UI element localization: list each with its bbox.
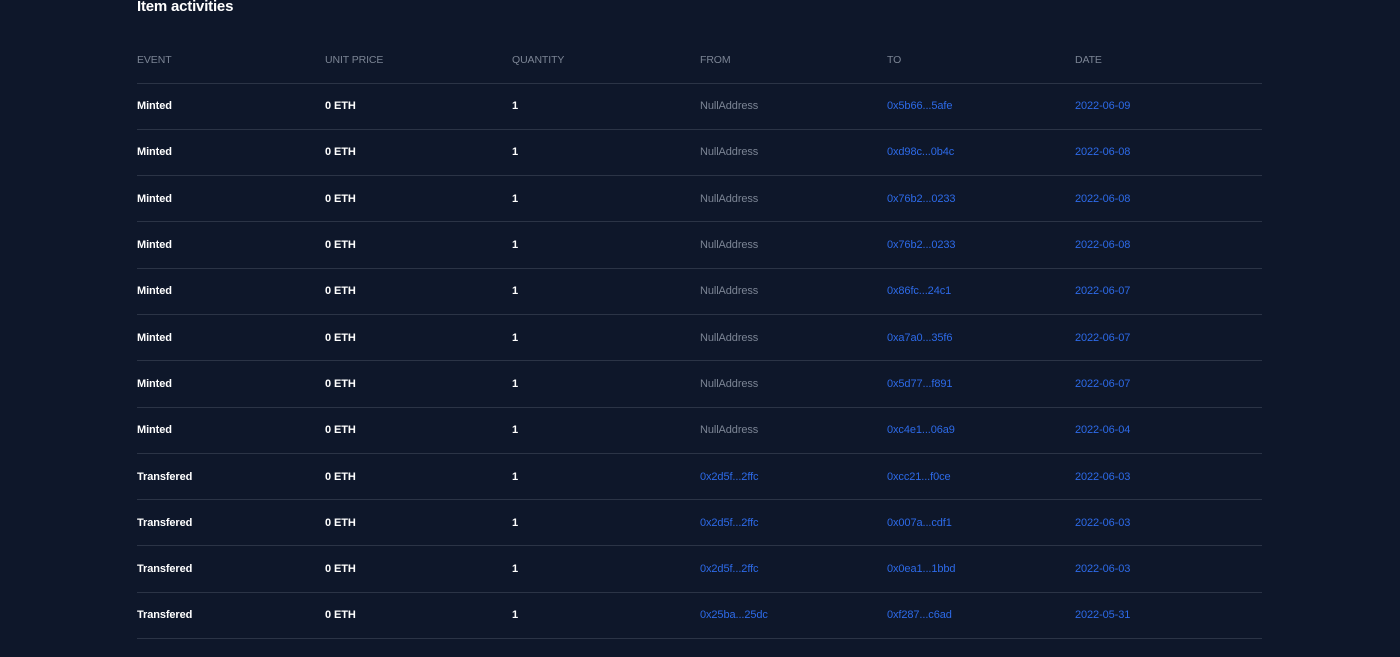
table-row: Minted 0 ETH 1 NullAddress 0xa7a0...35f6 2022… [137, 315, 1262, 362]
column-header-from: FROM [700, 53, 731, 66]
quantity-cell: 1 [512, 563, 519, 576]
quantity-cell: 1 [512, 424, 519, 437]
to-address-link[interactable]: 0x0ea1...1bbd [887, 546, 956, 591]
to-address-link[interactable]: 0xc4e1...06a9 [887, 408, 955, 453]
unit-price-cell: 0 ETH [325, 192, 356, 205]
event-cell: Transfered [137, 516, 193, 529]
event-cell: Minted [137, 285, 172, 298]
column-header-to: TO [887, 53, 902, 66]
event-cell: Transfered [137, 470, 193, 483]
date-link[interactable]: 2022-06-08 [1075, 176, 1130, 221]
to-address-link[interactable]: 0x5d77...f891 [887, 361, 952, 406]
event-cell: Minted [137, 146, 172, 159]
table-row: Transfered 0 ETH 1 0x25ba...25dc 0xf287...c6… [137, 593, 1262, 640]
column-header-quantity: QUANTITY [512, 53, 565, 66]
event-cell: Minted [137, 331, 172, 344]
table-row: Minted 0 ETH 1 NullAddress 0xc4e1...06a9 2022… [137, 408, 1262, 454]
quantity-cell: 1 [512, 331, 519, 344]
activities-table: EVENT UNIT PRICE QUANTITY FROM TO DATE M… [137, 37, 1262, 640]
to-address-link[interactable]: 0xcc21...f0ce [887, 454, 951, 499]
from-address-link[interactable]: 0x25ba...25dc [700, 593, 768, 638]
to-address-link[interactable]: 0x86fc...24c1 [887, 269, 951, 314]
column-header-event: EVENT [137, 53, 172, 66]
to-address-link[interactable]: 0x5b66...5afe [887, 84, 952, 129]
to-address-link[interactable]: 0xf287...c6ad [887, 593, 952, 638]
to-address-link[interactable]: 0x76b2...0233 [887, 222, 956, 267]
quantity-cell: 1 [512, 609, 519, 622]
event-cell: Transfered [137, 609, 193, 622]
to-address-link[interactable]: 0x007a...cdf1 [887, 500, 952, 545]
date-link[interactable]: 2022-06-04 [1075, 408, 1130, 453]
from-address: NullAddress [700, 285, 759, 298]
event-cell: Minted [137, 100, 172, 113]
unit-price-cell: 0 ETH [325, 563, 356, 576]
quantity-cell: 1 [512, 100, 519, 113]
unit-price-cell: 0 ETH [325, 285, 356, 298]
from-address-link[interactable]: 0x2d5f...2ffc [700, 500, 759, 545]
date-link[interactable]: 2022-05-31 [1075, 593, 1130, 638]
from-address: NullAddress [700, 239, 759, 252]
table-row: Minted 0 ETH 1 NullAddress 0x86fc...24c1 2022… [137, 269, 1262, 315]
event-cell: Minted [137, 424, 172, 437]
column-header-unit-price: UNIT PRICE [325, 53, 384, 66]
from-address: NullAddress [700, 377, 759, 390]
quantity-cell: 1 [512, 239, 519, 252]
from-address: NullAddress [700, 146, 759, 159]
to-address-link[interactable]: 0xa7a0...35f6 [887, 315, 952, 360]
unit-price-cell: 0 ETH [325, 609, 356, 622]
from-address: NullAddress [700, 192, 759, 205]
quantity-cell: 1 [512, 516, 519, 529]
unit-price-cell: 0 ETH [325, 331, 356, 344]
table-row: Minted 0 ETH 1 NullAddress 0x5b66...5afe 2022… [137, 84, 1262, 130]
table-row: Minted 0 ETH 1 NullAddress 0x76b2...0233 2022… [137, 222, 1262, 269]
event-cell: Transfered [137, 563, 193, 576]
quantity-cell: 1 [512, 285, 519, 298]
table-row: Transfered 0 ETH 1 0x2d5f...2ffc 0x0ea1...1b… [137, 546, 1262, 593]
to-address-link[interactable]: 0xd98c...0b4c [887, 130, 954, 175]
table-row: Transfered 0 ETH 1 0x2d5f...2ffc 0x007a...cd… [137, 500, 1262, 547]
quantity-cell: 1 [512, 146, 519, 159]
date-link[interactable]: 2022-06-09 [1075, 84, 1130, 129]
quantity-cell: 1 [512, 470, 519, 483]
from-address-link[interactable]: 0x2d5f...2ffc [700, 546, 759, 591]
table-header-row: EVENT UNIT PRICE QUANTITY FROM TO DATE [137, 37, 1262, 84]
quantity-cell: 1 [512, 192, 519, 205]
unit-price-cell: 0 ETH [325, 470, 356, 483]
section-title: Item activities [137, 0, 234, 15]
table-row: Minted 0 ETH 1 NullAddress 0xd98c...0b4c 2022… [137, 130, 1262, 177]
date-link[interactable]: 2022-06-07 [1075, 315, 1130, 360]
date-link[interactable]: 2022-06-03 [1075, 454, 1130, 499]
table-row: Minted 0 ETH 1 NullAddress 0x5d77...f891 2022… [137, 361, 1262, 408]
date-link[interactable]: 2022-06-03 [1075, 546, 1130, 591]
table-body: Minted 0 ETH 1 NullAddress 0x5b66...5afe 2022… [137, 84, 1262, 640]
unit-price-cell: 0 ETH [325, 377, 356, 390]
event-cell: Minted [137, 192, 172, 205]
column-header-date: DATE [1075, 53, 1102, 66]
event-cell: Minted [137, 239, 172, 252]
from-address: NullAddress [700, 331, 759, 344]
table-row: Transfered 0 ETH 1 0x2d5f...2ffc 0xcc21...f0… [137, 454, 1262, 501]
unit-price-cell: 0 ETH [325, 516, 356, 529]
event-cell: Minted [137, 377, 172, 390]
table-row: Minted 0 ETH 1 NullAddress 0x76b2...0233 2022… [137, 176, 1262, 223]
from-address: NullAddress [700, 100, 759, 113]
date-link[interactable]: 2022-06-08 [1075, 130, 1130, 175]
unit-price-cell: 0 ETH [325, 146, 356, 159]
from-address: NullAddress [700, 424, 759, 437]
date-link[interactable]: 2022-06-07 [1075, 269, 1130, 314]
item-activities-page: Item activities EVENT UNIT PRICE QUANTIT… [0, 0, 1400, 657]
quantity-cell: 1 [512, 377, 519, 390]
from-address-link[interactable]: 0x2d5f...2ffc [700, 454, 759, 499]
date-link[interactable]: 2022-06-07 [1075, 361, 1130, 406]
to-address-link[interactable]: 0x76b2...0233 [887, 176, 956, 221]
date-link[interactable]: 2022-06-08 [1075, 222, 1130, 267]
date-link[interactable]: 2022-06-03 [1075, 500, 1130, 545]
unit-price-cell: 0 ETH [325, 100, 356, 113]
unit-price-cell: 0 ETH [325, 239, 356, 252]
unit-price-cell: 0 ETH [325, 424, 356, 437]
